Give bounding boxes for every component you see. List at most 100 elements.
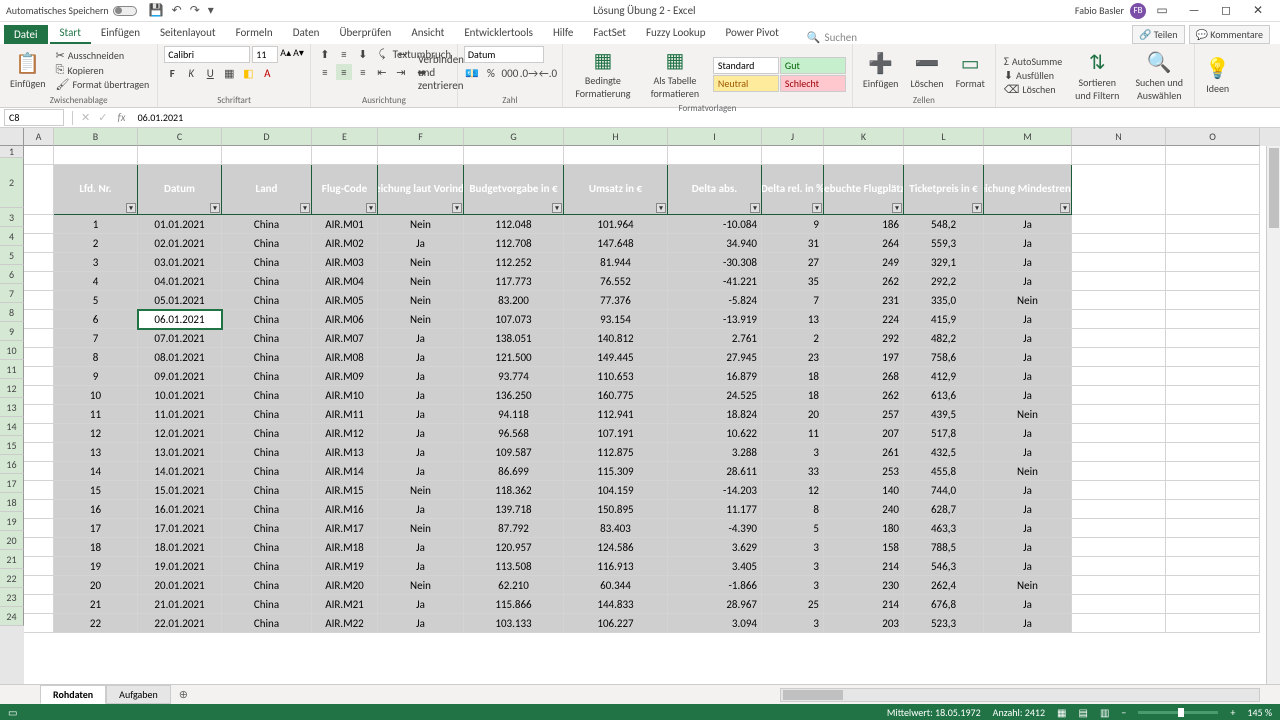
data-cell[interactable]: 04.01.2021 bbox=[138, 272, 222, 291]
header-cell[interactable]: Flug-Code▾ bbox=[312, 165, 378, 215]
data-cell[interactable]: 07.01.2021 bbox=[138, 329, 222, 348]
data-cell[interactable] bbox=[1166, 367, 1260, 386]
tab-hilfe[interactable]: Hilfe bbox=[543, 23, 583, 44]
data-cell[interactable]: 110.653 bbox=[564, 367, 668, 386]
data-cell[interactable] bbox=[24, 310, 54, 329]
data-cell[interactable]: 676,8 bbox=[904, 595, 984, 614]
data-cell[interactable] bbox=[1072, 386, 1166, 405]
filter-icon[interactable]: ▾ bbox=[552, 203, 562, 213]
data-cell[interactable] bbox=[1072, 595, 1166, 614]
tab-formeln[interactable]: Formeln bbox=[226, 23, 283, 44]
data-cell[interactable]: 230 bbox=[824, 576, 904, 595]
data-cell[interactable]: 118.362 bbox=[464, 481, 564, 500]
data-cell[interactable]: 112.252 bbox=[464, 253, 564, 272]
data-cell[interactable]: AIR.M16 bbox=[312, 500, 378, 519]
data-cell[interactable]: 94.118 bbox=[464, 405, 564, 424]
data-cell[interactable] bbox=[1166, 500, 1260, 519]
tab-einfügen[interactable]: Einfügen bbox=[91, 23, 150, 44]
data-cell[interactable]: -10.084 bbox=[668, 215, 762, 234]
data-cell[interactable]: 96.568 bbox=[464, 424, 564, 443]
data-cell[interactable]: 3 bbox=[762, 538, 824, 557]
data-cell[interactable]: Nein bbox=[378, 291, 464, 310]
data-cell[interactable]: AIR.M06 bbox=[312, 310, 378, 329]
data-cell[interactable]: 83.200 bbox=[464, 291, 564, 310]
decrease-font-icon[interactable]: A▾ bbox=[293, 46, 304, 63]
data-cell[interactable]: -41.221 bbox=[668, 272, 762, 291]
data-cell[interactable]: 16 bbox=[54, 500, 138, 519]
data-cell[interactable]: -30.308 bbox=[668, 253, 762, 272]
row-header-16[interactable]: 16 bbox=[0, 455, 24, 474]
data-cell[interactable]: 5 bbox=[54, 291, 138, 310]
data-cell[interactable]: -4.390 bbox=[668, 519, 762, 538]
data-cell[interactable]: AIR.M15 bbox=[312, 481, 378, 500]
data-cell[interactable]: AIR.M22 bbox=[312, 614, 378, 633]
cut-button[interactable]: ✂Ausschneiden bbox=[54, 49, 152, 62]
data-cell[interactable]: Ja bbox=[984, 272, 1072, 291]
data-cell[interactable]: China bbox=[222, 424, 312, 443]
data-cell[interactable] bbox=[24, 405, 54, 424]
data-cell[interactable]: China bbox=[222, 348, 312, 367]
data-cell[interactable]: China bbox=[222, 519, 312, 538]
data-cell[interactable]: 112.708 bbox=[464, 234, 564, 253]
close-icon[interactable]: ✕ bbox=[1242, 3, 1274, 18]
data-cell[interactable] bbox=[1072, 253, 1166, 272]
align-bottom-icon[interactable]: ⬇ bbox=[355, 46, 371, 62]
data-cell[interactable]: 18 bbox=[762, 367, 824, 386]
data-cell[interactable] bbox=[24, 595, 54, 614]
data-cell[interactable]: Nein bbox=[378, 576, 464, 595]
filter-icon[interactable]: ▾ bbox=[892, 203, 902, 213]
data-cell[interactable]: Nein bbox=[378, 481, 464, 500]
data-cell[interactable]: 115.866 bbox=[464, 595, 564, 614]
data-cell[interactable]: 27.945 bbox=[668, 348, 762, 367]
data-cell[interactable] bbox=[1072, 215, 1166, 234]
data-cell[interactable] bbox=[24, 348, 54, 367]
tab-daten[interactable]: Daten bbox=[283, 23, 330, 44]
data-cell[interactable] bbox=[1072, 481, 1166, 500]
row-header-19[interactable]: 19 bbox=[0, 512, 24, 531]
data-cell[interactable]: 14 bbox=[54, 462, 138, 481]
data-cell[interactable]: 09.01.2021 bbox=[138, 367, 222, 386]
data-cell[interactable]: China bbox=[222, 576, 312, 595]
header-cell[interactable]: Umsatz in €▾ bbox=[564, 165, 668, 215]
data-cell[interactable]: Ja bbox=[378, 405, 464, 424]
data-cell[interactable]: AIR.M08 bbox=[312, 348, 378, 367]
align-right-icon[interactable]: ≡ bbox=[355, 64, 371, 80]
column-header-B[interactable]: B bbox=[54, 128, 138, 146]
row-header-11[interactable]: 11 bbox=[0, 360, 24, 379]
filter-icon[interactable]: ▾ bbox=[812, 203, 822, 213]
data-cell[interactable] bbox=[1166, 462, 1260, 481]
filter-icon[interactable]: ▾ bbox=[1060, 203, 1070, 213]
data-cell[interactable]: 160.775 bbox=[564, 386, 668, 405]
data-cell[interactable]: -13.919 bbox=[668, 310, 762, 329]
data-cell[interactable] bbox=[24, 215, 54, 234]
conditional-format-button[interactable]: ▦Bedingte Formatierung bbox=[569, 46, 637, 102]
data-cell[interactable]: Ja bbox=[378, 595, 464, 614]
align-middle-icon[interactable]: ≡ bbox=[336, 46, 352, 62]
column-header-C[interactable]: C bbox=[138, 128, 222, 146]
data-cell[interactable]: 139.718 bbox=[464, 500, 564, 519]
data-cell[interactable]: 240 bbox=[824, 500, 904, 519]
data-cell[interactable]: 28.611 bbox=[668, 462, 762, 481]
data-cell[interactable]: 120.957 bbox=[464, 538, 564, 557]
inc-decimal-icon[interactable]: .0→ bbox=[521, 65, 537, 81]
data-cell[interactable]: 19.01.2021 bbox=[138, 557, 222, 576]
data-cell[interactable]: 262,4 bbox=[904, 576, 984, 595]
data-cell[interactable]: 21.01.2021 bbox=[138, 595, 222, 614]
header-cell[interactable]: Zielerreichung laut Vorindikation▾ bbox=[378, 165, 464, 215]
data-cell[interactable] bbox=[24, 443, 54, 462]
data-cell[interactable] bbox=[1072, 234, 1166, 253]
data-cell[interactable]: Ja bbox=[378, 424, 464, 443]
zoom-level[interactable]: 145 % bbox=[1247, 706, 1272, 719]
data-cell[interactable]: 81.944 bbox=[564, 253, 668, 272]
tab-überprüfen[interactable]: Überprüfen bbox=[329, 23, 401, 44]
row-header-23[interactable]: 23 bbox=[0, 588, 24, 607]
toggle-icon[interactable] bbox=[113, 6, 137, 16]
paste-button[interactable]: 📋Einfügen bbox=[6, 49, 50, 92]
dec-decimal-icon[interactable]: ←.0 bbox=[540, 65, 556, 81]
font-color-button[interactable]: A bbox=[259, 65, 275, 81]
save-icon[interactable]: 💾 bbox=[149, 3, 164, 18]
data-cell[interactable]: 12.01.2021 bbox=[138, 424, 222, 443]
data-cell[interactable]: 261 bbox=[824, 443, 904, 462]
data-cell[interactable] bbox=[1072, 272, 1166, 291]
data-cell[interactable]: 262 bbox=[824, 272, 904, 291]
